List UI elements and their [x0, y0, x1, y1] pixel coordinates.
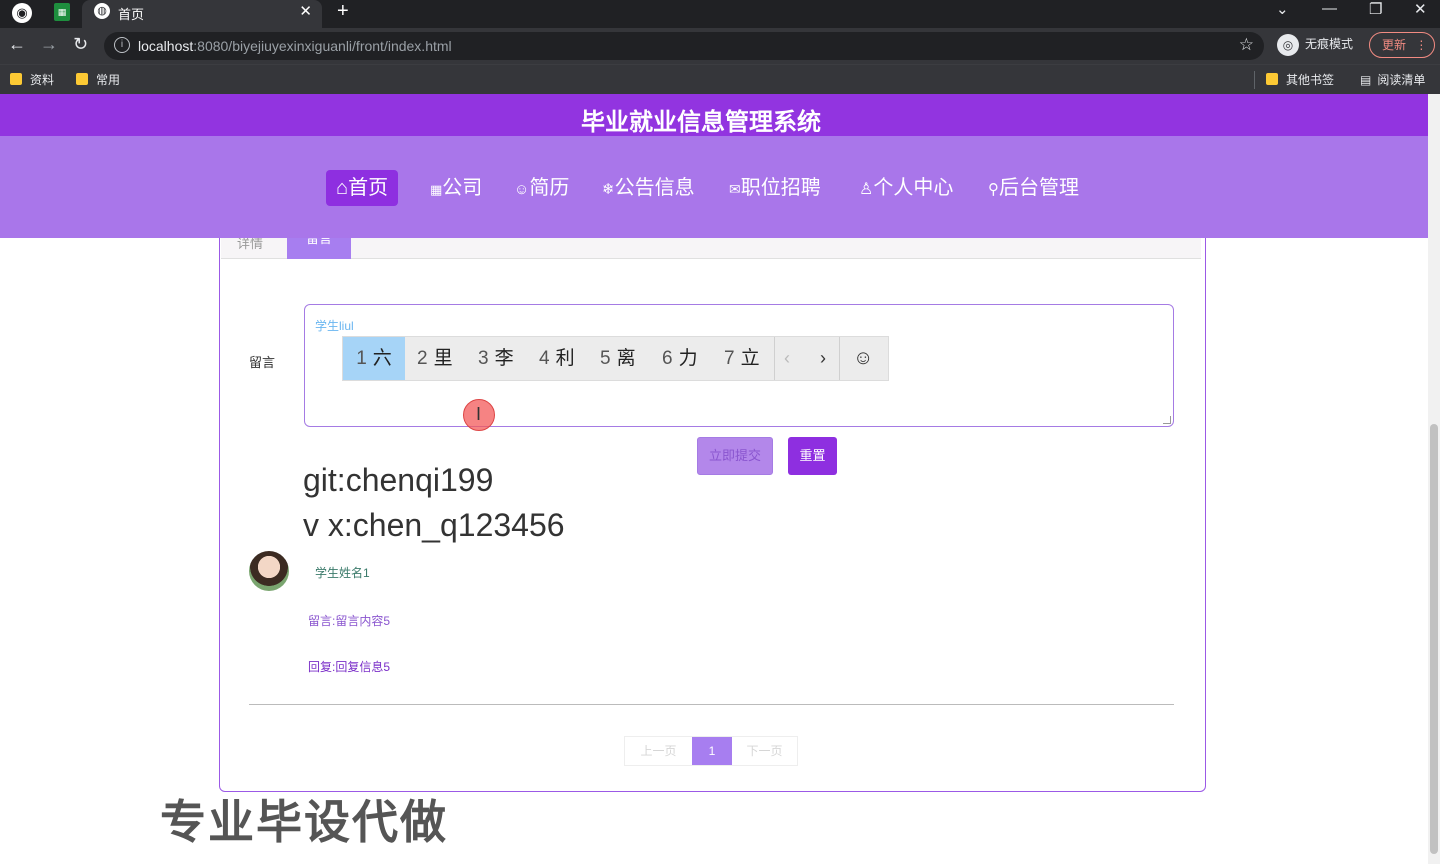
- reload-icon[interactable]: ↻: [73, 34, 88, 55]
- ime-candidate[interactable]: 6力: [662, 337, 698, 380]
- forward-icon[interactable]: →: [40, 34, 58, 55]
- browser-tab-active[interactable]: ◍ 首页 ✕: [82, 0, 322, 28]
- url-bar[interactable]: i localhost:8080/biyejiuyexinxiguanli/fr…: [104, 32, 1264, 60]
- comment-author: 学生姓名1: [315, 566, 370, 580]
- browser-tab-bar: ◉ ▦ ◍ 首页 ✕ + ⌄ — ❐ ✕: [0, 0, 1440, 28]
- building-icon: ▦: [430, 182, 443, 197]
- divider: [774, 337, 775, 380]
- nav-item-jobs[interactable]: ✉职位招聘: [729, 170, 821, 206]
- chevron-down-icon[interactable]: ⌄: [1276, 0, 1289, 18]
- ime-prev-icon[interactable]: ‹: [784, 337, 790, 380]
- ime-next-icon[interactable]: ›: [820, 337, 826, 380]
- ime-candidate[interactable]: 3李: [478, 337, 514, 380]
- overlay-git-text: git:chenqi199: [303, 462, 494, 498]
- back-icon[interactable]: ←: [8, 34, 26, 55]
- globe-icon: ◍: [94, 3, 110, 19]
- address-toolbar: ← → ↻ i localhost:8080/biyejiuyexinxigua…: [0, 28, 1440, 64]
- more-icon: ⋮: [1415, 38, 1428, 52]
- reading-list-icon: ▤: [1360, 73, 1372, 87]
- announcement-icon: ❄: [602, 181, 615, 198]
- page-viewport: 详情 留言 毕业就业信息管理系统 ⌂首页 ▦公司 ☺简历 ❄公告信息 ✉职位招聘…: [0, 94, 1428, 864]
- mouse-cursor-indicator: I: [463, 399, 495, 431]
- nav-item-home[interactable]: ⌂首页: [326, 170, 399, 206]
- ime-candidate-bar: 1六 2里 3李 4利 5离 6力 7立 ‹ › ☺: [342, 336, 889, 381]
- bookmark-folder-2[interactable]: 常用: [76, 71, 120, 88]
- pagination: 上一页 1 下一页: [624, 736, 798, 766]
- site-header: 毕业就业信息管理系统: [0, 94, 1428, 136]
- submit-button[interactable]: 立即提交: [697, 437, 773, 475]
- bookmarks-bar: 资料 常用 其他书签 ▤ 阅读清单: [0, 64, 1440, 94]
- page-number-current[interactable]: 1: [692, 737, 732, 765]
- divider: [839, 337, 840, 380]
- message-label: 留言: [249, 355, 276, 370]
- comment-reply: 回复:回复信息5: [308, 660, 391, 674]
- window-close-icon[interactable]: ✕: [1414, 0, 1427, 18]
- ime-candidate[interactable]: 2里: [417, 337, 453, 380]
- next-page-button[interactable]: 下一页: [732, 737, 797, 765]
- browser-menu-icon[interactable]: ◉: [12, 3, 32, 23]
- resize-handle[interactable]: [1163, 416, 1171, 424]
- text-cursor-icon: I: [476, 404, 482, 424]
- overlay-contact-text: v x:chen_q123456: [303, 507, 565, 543]
- folder-icon: [1266, 73, 1278, 85]
- restore-icon[interactable]: ❐: [1369, 0, 1382, 18]
- url-text: localhost:8080/biyejiuyexinxiguanli/fron…: [138, 38, 452, 54]
- nav-item-admin[interactable]: ⚲后台管理: [988, 170, 1079, 206]
- update-button[interactable]: 更新 ⋮: [1369, 32, 1435, 58]
- reset-button[interactable]: 重置: [788, 437, 837, 475]
- nav-item-announcements[interactable]: ❄公告信息: [602, 170, 695, 206]
- nav-item-resume[interactable]: ☺简历: [514, 170, 569, 206]
- ime-candidate[interactable]: 7立: [724, 337, 760, 380]
- nav-item-company[interactable]: ▦公司: [430, 170, 482, 206]
- divider: [1254, 71, 1255, 89]
- resume-icon: ☺: [514, 181, 530, 198]
- ime-candidate[interactable]: 4利: [539, 337, 575, 380]
- incognito-indicator[interactable]: ◎ 无痕模式: [1277, 34, 1353, 56]
- other-bookmarks[interactable]: 其他书签: [1266, 71, 1334, 88]
- close-icon[interactable]: ✕: [299, 2, 312, 20]
- mail-icon: ✉: [729, 181, 741, 197]
- divider: [249, 704, 1174, 705]
- site-title: 毕业就业信息管理系统: [581, 109, 821, 136]
- home-icon: ⌂: [336, 177, 349, 199]
- avatar: [249, 551, 289, 591]
- link-icon: ⚲: [988, 181, 999, 198]
- scrollbar-thumb[interactable]: [1430, 424, 1438, 854]
- new-tab-button[interactable]: +: [337, 0, 349, 23]
- bookmark-star-icon[interactable]: ☆: [1239, 35, 1254, 55]
- nav-item-profile[interactable]: ♙个人中心: [859, 170, 953, 206]
- minimize-icon[interactable]: —: [1322, 0, 1337, 17]
- folder-icon: [76, 73, 88, 85]
- textarea-composition: 学生liul: [315, 319, 354, 333]
- ime-candidate[interactable]: 5离: [600, 337, 636, 380]
- prev-page-button[interactable]: 上一页: [625, 737, 692, 765]
- info-icon[interactable]: i: [114, 37, 130, 53]
- tab-title: 首页: [118, 7, 145, 22]
- comment-content: 留言:留言内容5: [308, 614, 391, 628]
- watermark-text: 专业毕设代做: [160, 796, 448, 848]
- detail-card: 详情 留言: [219, 214, 1206, 792]
- main-nav: ⌂首页 ▦公司 ☺简历 ❄公告信息 ✉职位招聘 ♙个人中心 ⚲后台管理: [0, 136, 1428, 238]
- user-icon: ♙: [859, 181, 874, 198]
- emoji-icon[interactable]: ☺: [853, 337, 873, 380]
- bookmark-folder-1[interactable]: 资料: [10, 71, 54, 88]
- spreadsheet-tab-icon[interactable]: ▦: [54, 3, 70, 21]
- page-scrollbar[interactable]: [1428, 94, 1440, 864]
- incognito-icon: ◎: [1277, 34, 1299, 56]
- reading-list[interactable]: ▤ 阅读清单: [1360, 71, 1425, 88]
- folder-icon: [10, 73, 22, 85]
- ime-candidate[interactable]: 1六: [343, 337, 405, 380]
